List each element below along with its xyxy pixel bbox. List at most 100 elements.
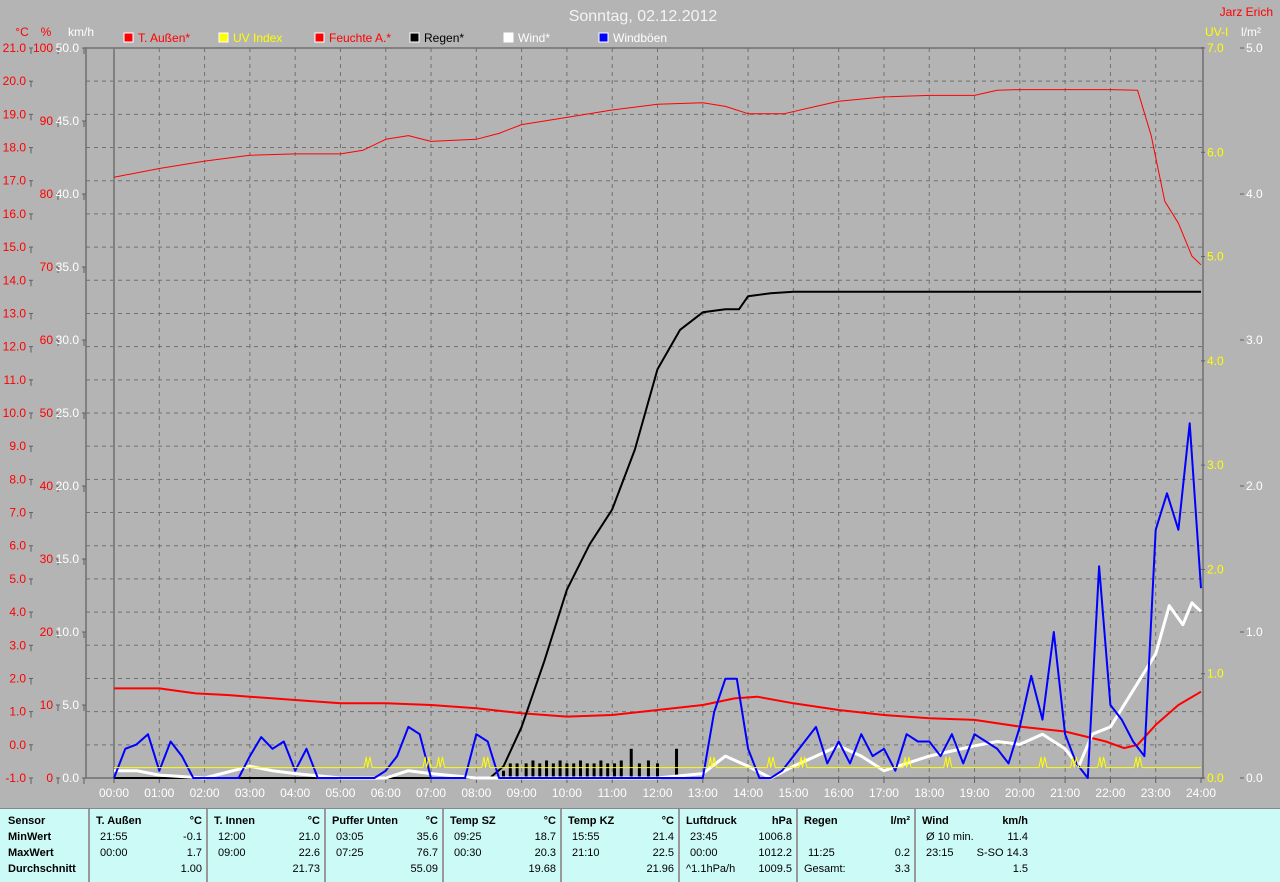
axis-tick-label-humidity: 60 [40, 333, 54, 347]
legend-label: T. Außen* [138, 31, 190, 45]
stat-title: Temp SZ [450, 815, 496, 827]
stat-max-time: 21:10 [572, 847, 600, 859]
stat-column: Luftdruck hPa 23:45 1006.8 00:00 1012.2 ^1.1hP… [678, 809, 796, 882]
axis-tick-label-temp: 14.0 [3, 273, 27, 287]
stat-avg: 3.3 [894, 863, 910, 875]
axis-tick-label-uv: 7.0 [1207, 41, 1224, 55]
stat-max-time: 07:25 [336, 847, 364, 859]
stat-unit: °C [189, 815, 202, 827]
axis-tick-label-temp: 15.0 [3, 240, 27, 254]
stat-unit: km/h [1002, 815, 1028, 827]
stat-max: 1012.2 [758, 847, 792, 859]
stat-unit: hPa [771, 815, 792, 827]
rain-bar [508, 763, 512, 778]
stat-max: 0.2 [894, 847, 910, 859]
axis-tick-label-uv: 6.0 [1207, 145, 1224, 159]
axis-tick-label-temp: 8.0 [9, 472, 26, 486]
axis-tick-label-temp: 0.0 [9, 738, 26, 752]
stat-min-time: Ø 10 min. [926, 831, 974, 843]
x-tick-label: 11:00 [598, 786, 627, 800]
stat-title: Temp KZ [568, 815, 615, 827]
stat-min-time: 12:00 [218, 831, 246, 843]
stat-avg: 21.96 [646, 863, 674, 875]
stat-max: S-SO 14.3 [976, 847, 1028, 859]
stat-max-time: 23:15 [926, 847, 954, 859]
row-label-max: MaxWert [8, 847, 54, 859]
x-tick-label: 23:00 [1141, 786, 1171, 800]
rain-bar [599, 760, 603, 778]
axis-tick-label-temp: 7.0 [9, 506, 26, 520]
rain-bar [585, 763, 589, 778]
x-tick-label: 20:00 [1005, 786, 1035, 800]
axis-tick-label-wind: 10.0 [56, 625, 80, 639]
x-tick-label: 18:00 [914, 786, 944, 800]
stat-max-time: 11:25 [808, 847, 835, 859]
stat-max: 20.3 [534, 847, 556, 859]
stat-unit: °C [543, 815, 556, 827]
axis-tick-label-temp: 1.0 [9, 705, 26, 719]
axis-unit-temp: °C [15, 25, 29, 39]
legend-swatch [598, 32, 609, 43]
stat-title: Wind [922, 815, 949, 827]
weather-chart: Sonntag, 02.12.2012 Jarz Erich T. Außen* UV… [3, 5, 1273, 800]
stat-min-time: 09:25 [454, 831, 482, 843]
stat-avg: 19.68 [528, 863, 556, 875]
rain-bar [619, 760, 623, 778]
axis-tick-label-temp: 16.0 [3, 207, 27, 221]
axis-tick-label-humidity: 50 [40, 406, 54, 420]
axis-tick-label-rain: 2.0 [1246, 479, 1263, 493]
stat-min-time: 15:55 [572, 831, 600, 843]
stat-max: 1.7 [186, 847, 202, 859]
rain-bar [565, 763, 569, 778]
legend-swatch [314, 32, 325, 43]
legend-label: Wind* [518, 31, 550, 45]
axis-tick-label-temp: 21.0 [3, 41, 27, 55]
axis-tick-label-temp: 4.0 [9, 605, 26, 619]
rain-bar [612, 763, 616, 778]
sensor-column: Sensor MinWert MaxWert Durchschnitt [0, 809, 88, 882]
x-tick-label: 16:00 [824, 786, 854, 800]
stat-min-time: 23:45 [690, 831, 718, 843]
axis-unit-rain: l/m² [1241, 25, 1261, 39]
axis-unit-wind: km/h [68, 25, 94, 39]
stat-avg: 1009.5 [758, 863, 792, 875]
author-label: Jarz Erich [1220, 5, 1273, 19]
stat-max-time: 00:00 [100, 847, 128, 859]
axis-tick-label-humidity: 100 [33, 41, 53, 55]
stat-avg-label: Gesamt: [804, 863, 846, 875]
stat-column: Temp KZ °C 15:55 21.4 21:10 22.5 21.96 [560, 809, 678, 882]
axis-tick-label-temp: 2.0 [9, 671, 26, 685]
rain-bar [629, 748, 633, 778]
sensor-header: Sensor [8, 815, 46, 827]
rain-bar [579, 760, 583, 778]
axis-tick-label-uv: 2.0 [1207, 562, 1224, 576]
axis-tick-label-wind: 15.0 [56, 552, 80, 566]
axis-tick-label-wind: 30.0 [56, 333, 80, 347]
axis-tick-label-temp: -1.0 [5, 771, 26, 785]
axis-tick-label-temp: 3.0 [9, 638, 26, 652]
stat-column: Regen l/m² 11:25 0.2 Gesamt: 3.3 [796, 809, 914, 882]
x-tick-label: 05:00 [325, 786, 355, 800]
stat-column: T. Außen °C 21:55 -0.1 00:00 1.7 1.00 [88, 809, 206, 882]
axis-tick-label-wind: 35.0 [56, 260, 80, 274]
rain-bar [646, 760, 650, 778]
x-tick-label: 21:00 [1050, 786, 1080, 800]
rain-bar [592, 763, 596, 778]
axis-tick-label-wind: 40.0 [56, 187, 80, 201]
stat-unit: l/m² [890, 815, 910, 827]
axis-tick-label-wind: 45.0 [56, 114, 80, 128]
legend-label: Regen* [424, 31, 464, 45]
stat-min: 18.7 [534, 831, 556, 843]
axis-tick-label-temp: 17.0 [3, 174, 27, 188]
legend-label: Windböen [613, 31, 667, 45]
axis-tick-label-rain: 1.0 [1246, 625, 1263, 639]
legend-swatch [218, 32, 229, 43]
x-tick-label: 07:00 [416, 786, 446, 800]
x-tick-label: 14:00 [733, 786, 763, 800]
x-tick-label: 08:00 [461, 786, 491, 800]
stat-avg: 55.09 [410, 863, 438, 875]
x-tick-label: 09:00 [507, 786, 537, 800]
stat-avg: 1.00 [180, 863, 202, 875]
axis-tick-label-temp: 20.0 [3, 74, 27, 88]
axis-tick-label-uv: 1.0 [1207, 667, 1224, 681]
